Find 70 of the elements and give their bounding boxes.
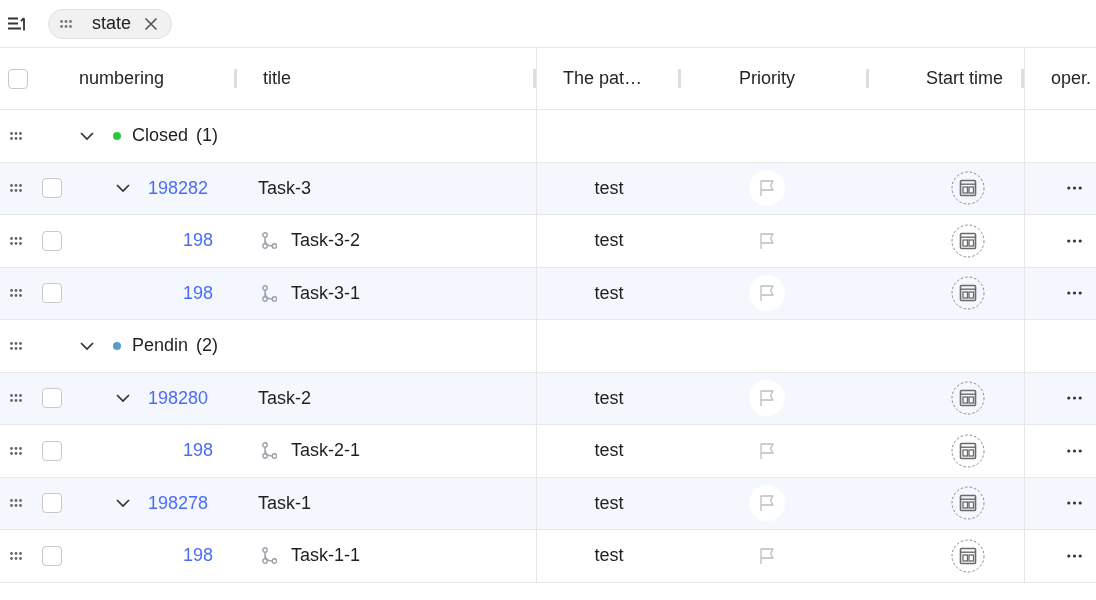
task-title: Task-2-1 xyxy=(291,439,361,463)
task-title: Task-3-2 xyxy=(291,229,361,253)
subtask-branch-icon xyxy=(262,232,277,250)
task-number-link[interactable]: 198 xyxy=(183,279,214,307)
more-icon[interactable] xyxy=(1067,291,1082,296)
column-header: Priority xyxy=(739,67,795,90)
table-cell-text: test xyxy=(594,176,624,200)
drag-handle-icon[interactable] xyxy=(10,289,22,298)
calendar-icon[interactable] xyxy=(951,433,985,468)
checkbox[interactable] xyxy=(42,388,62,409)
drag-handle-icon[interactable] xyxy=(10,131,22,140)
drag-handle-icon[interactable] xyxy=(10,341,22,350)
checkbox[interactable] xyxy=(42,493,62,514)
checkbox[interactable] xyxy=(42,230,62,251)
task-number-link[interactable]: 198280 xyxy=(148,384,209,412)
task-title: Task-1-1 xyxy=(291,544,361,568)
task-title: Task-3-1 xyxy=(291,281,361,305)
drag-handle-icon[interactable] xyxy=(10,394,22,403)
calendar-icon[interactable] xyxy=(951,276,985,311)
checkbox[interactable] xyxy=(42,283,62,304)
group-label: Pendin xyxy=(132,334,189,358)
column-header: The pat… xyxy=(563,67,643,90)
column-header: title xyxy=(263,67,291,90)
column-header: oper. xyxy=(1051,67,1092,90)
drag-handle-icon[interactable] xyxy=(10,499,22,508)
drag-handle-icon[interactable] xyxy=(10,184,22,193)
table-cell-text: test xyxy=(594,281,624,305)
task-title: Task-1 xyxy=(258,491,311,515)
task-title: Task-2 xyxy=(258,386,311,410)
more-icon[interactable] xyxy=(1067,553,1082,558)
group-count: (2) xyxy=(196,334,219,358)
more-icon[interactable] xyxy=(1067,238,1082,243)
table-cell-text: test xyxy=(594,229,624,253)
calendar-icon[interactable] xyxy=(951,538,985,573)
task-number-link[interactable]: 198 xyxy=(183,437,214,465)
more-icon[interactable] xyxy=(1067,186,1082,191)
checkbox[interactable] xyxy=(8,68,28,89)
more-icon[interactable] xyxy=(1067,396,1082,401)
subtask-branch-icon xyxy=(262,284,277,302)
calendar-icon[interactable] xyxy=(951,171,985,206)
subtask-branch-icon xyxy=(262,442,277,460)
checkbox[interactable] xyxy=(42,178,62,199)
column-header: Start time xyxy=(925,67,1003,90)
calendar-icon[interactable] xyxy=(951,223,985,258)
more-icon[interactable] xyxy=(1067,448,1082,453)
close-icon[interactable] xyxy=(144,16,159,31)
task-number-link[interactable]: 198278 xyxy=(148,489,209,517)
table-cell-text: test xyxy=(594,544,624,568)
table-cell-text: test xyxy=(594,439,624,463)
table-cell-text: test xyxy=(594,386,624,410)
drag-handle-icon[interactable] xyxy=(10,446,22,455)
group-count: (1) xyxy=(196,124,219,148)
task-number-link[interactable]: 198 xyxy=(183,227,214,255)
task-title: Task-3 xyxy=(258,176,311,200)
calendar-icon[interactable] xyxy=(951,381,985,416)
checkbox[interactable] xyxy=(42,545,62,566)
drag-handle-icon[interactable] xyxy=(10,551,22,560)
task-number-link[interactable]: 198 xyxy=(183,542,214,570)
list-arrow-icon[interactable] xyxy=(8,16,27,31)
filter-chip[interactable]: state xyxy=(48,8,173,39)
group-label: Closed xyxy=(132,124,189,148)
subtask-branch-icon xyxy=(262,547,277,565)
more-icon[interactable] xyxy=(1067,501,1082,506)
task-number-link[interactable]: 198282 xyxy=(148,174,209,202)
calendar-icon[interactable] xyxy=(951,486,985,521)
table-cell-text: test xyxy=(594,491,624,515)
column-header: numbering xyxy=(79,67,165,90)
drag-handle-icon[interactable] xyxy=(10,236,22,245)
drag-handle-icon[interactable] xyxy=(60,19,72,28)
checkbox[interactable] xyxy=(42,440,62,461)
